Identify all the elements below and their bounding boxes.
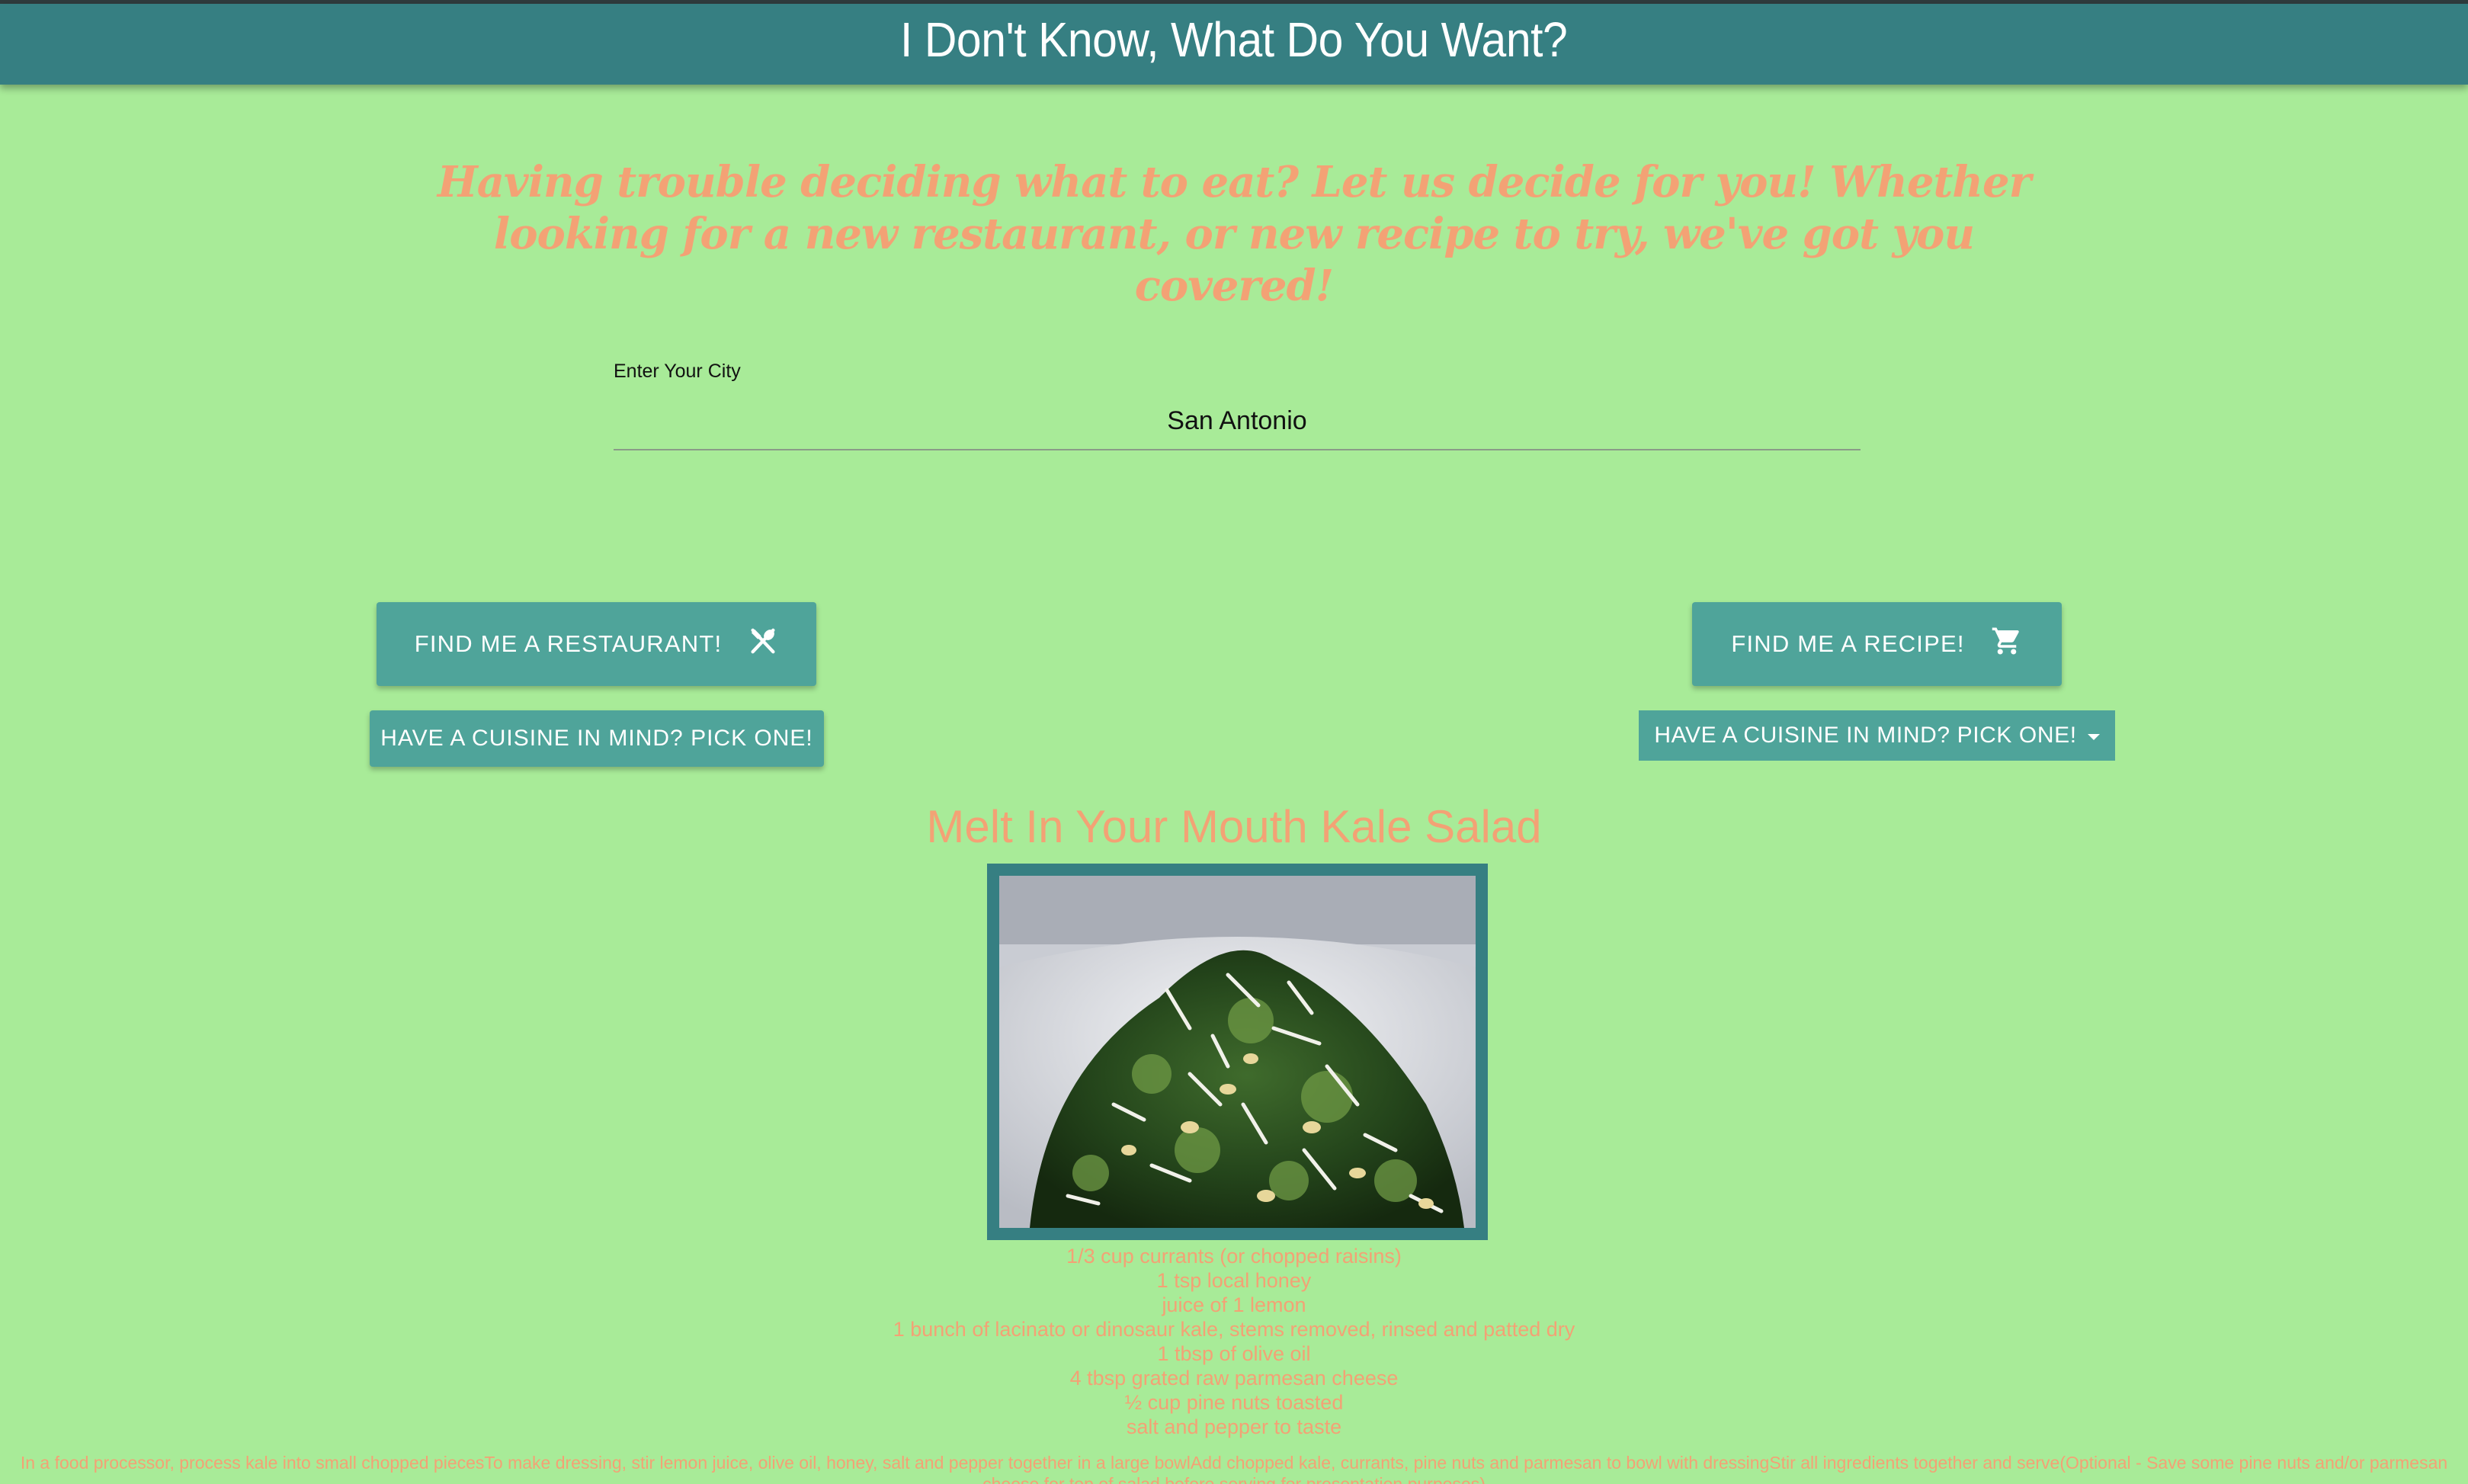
app-header: I Don't Know, What Do You Want? bbox=[0, 4, 2468, 85]
pick-cuisine-restaurant-label: HAVE A CUISINE IN MIND? PICK ONE! bbox=[380, 726, 813, 751]
find-recipe-label: FIND ME A RECIPE! bbox=[1731, 630, 1965, 657]
recipe-photo bbox=[999, 876, 1476, 1228]
find-restaurant-label: FIND ME A RESTAURANT! bbox=[414, 630, 723, 657]
city-label: Enter Your City bbox=[614, 361, 741, 382]
recipe-photo-frame bbox=[987, 864, 1488, 1240]
ingredient-item: 1/3 cup currants (or chopped raisins) bbox=[1066, 1245, 1402, 1268]
pick-cuisine-restaurant-button[interactable]: HAVE A CUISINE IN MIND? PICK ONE! bbox=[370, 710, 824, 767]
pick-cuisine-recipe-label: HAVE A CUISINE IN MIND? PICK ONE! bbox=[1654, 723, 2077, 748]
tagline: Having trouble deciding what to eat? Let… bbox=[437, 157, 2031, 311]
pick-cuisine-recipe-dropdown[interactable]: HAVE A CUISINE IN MIND? PICK ONE! bbox=[1639, 710, 2115, 761]
find-recipe-button[interactable]: FIND ME A RECIPE! bbox=[1692, 602, 2062, 686]
ingredient-item: 1 bunch of lacinato or dinosaur kale, st… bbox=[893, 1318, 1575, 1341]
fork-spoon-icon bbox=[748, 626, 778, 662]
recipe-instructions: In a food processor, process kale into s… bbox=[20, 1453, 2448, 1484]
ingredient-item: 1 tbsp of olive oil bbox=[1157, 1342, 1311, 1365]
recipe-title: Melt In Your Mouth Kale Salad bbox=[926, 801, 1542, 852]
page-title: I Don't Know, What Do You Want? bbox=[900, 12, 1568, 67]
city-input[interactable] bbox=[614, 393, 1861, 450]
ingredient-item: 4 tbsp grated raw parmesan cheese bbox=[1069, 1367, 1399, 1389]
ingredient-item: salt and pepper to taste bbox=[1126, 1415, 1342, 1438]
caret-down-icon bbox=[2087, 734, 2100, 740]
ingredient-item: 1 tsp local honey bbox=[1156, 1269, 1312, 1292]
ingredient-item: juice of 1 lemon bbox=[1162, 1293, 1306, 1316]
find-restaurant-button[interactable]: FIND ME A RESTAURANT! bbox=[377, 602, 816, 686]
ingredient-item: ½ cup pine nuts toasted bbox=[1124, 1391, 1344, 1414]
ingredients-list: 1/3 cup currants (or chopped raisins) 1 … bbox=[0, 1244, 2468, 1439]
shopping-cart-icon bbox=[1991, 625, 2023, 663]
